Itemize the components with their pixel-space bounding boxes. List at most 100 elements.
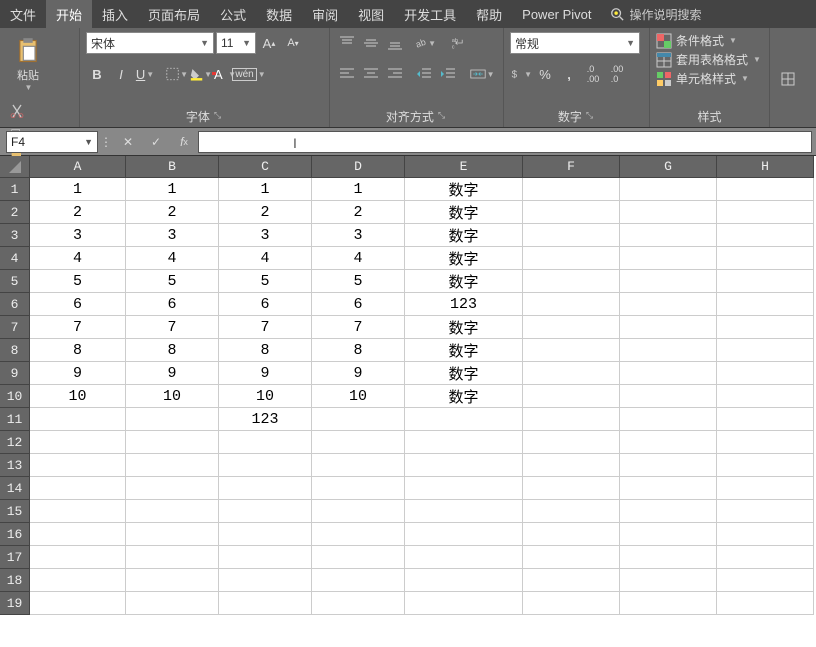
cell-F17[interactable] [523, 546, 620, 569]
cell-F6[interactable] [523, 293, 620, 316]
cell-B6[interactable]: 6 [126, 293, 219, 316]
cell-D5[interactable]: 5 [312, 270, 405, 293]
cell-H4[interactable] [717, 247, 814, 270]
cell-G14[interactable] [620, 477, 717, 500]
col-header-E[interactable]: E [405, 156, 523, 178]
cell-C11[interactable]: 123 [219, 408, 312, 431]
cell-H17[interactable] [717, 546, 814, 569]
cell-B19[interactable] [126, 592, 219, 615]
number-launcher-icon[interactable]: ⤡ [586, 110, 595, 121]
cell-C16[interactable] [219, 523, 312, 546]
cell-A11[interactable] [30, 408, 126, 431]
cell-B13[interactable] [126, 454, 219, 477]
decrease-decimal-button[interactable]: .00.0 [606, 63, 628, 85]
cell-E8[interactable]: 数字 [405, 339, 523, 362]
percent-button[interactable]: % [534, 63, 556, 85]
cell-G17[interactable] [620, 546, 717, 569]
row-header-5[interactable]: 5 [0, 270, 30, 293]
cell-B10[interactable]: 10 [126, 385, 219, 408]
cell-H14[interactable] [717, 477, 814, 500]
orientation-button[interactable]: ab▼ [414, 32, 436, 54]
cell-E6[interactable]: 123 [405, 293, 523, 316]
cell-D19[interactable] [312, 592, 405, 615]
cell-F18[interactable] [523, 569, 620, 592]
row-header-13[interactable]: 13 [0, 454, 30, 477]
align-middle-button[interactable] [360, 32, 382, 54]
cell-F14[interactable] [523, 477, 620, 500]
cell-E3[interactable]: 数字 [405, 224, 523, 247]
row-header-4[interactable]: 4 [0, 247, 30, 270]
number-format-combo[interactable]: 常规▼ [510, 32, 640, 54]
cell-E16[interactable] [405, 523, 523, 546]
cell-F13[interactable] [523, 454, 620, 477]
border-button[interactable]: ▼ [166, 63, 188, 85]
cell-H18[interactable] [717, 569, 814, 592]
merge-center-button[interactable]: ▼ [467, 63, 497, 85]
cell-E5[interactable]: 数字 [405, 270, 523, 293]
menu-审阅[interactable]: 审阅 [302, 0, 348, 28]
cell-D4[interactable]: 4 [312, 247, 405, 270]
cell-E14[interactable] [405, 477, 523, 500]
cell-A1[interactable]: 1 [30, 178, 126, 201]
fill-color-button[interactable]: ▼ [190, 63, 212, 85]
cell-D6[interactable]: 6 [312, 293, 405, 316]
cell-G5[interactable] [620, 270, 717, 293]
cell-A5[interactable]: 5 [30, 270, 126, 293]
decrease-font-button[interactable]: A▾ [282, 32, 304, 54]
font-size-combo[interactable]: 11▼ [216, 32, 256, 54]
cell-A2[interactable]: 2 [30, 201, 126, 224]
col-header-C[interactable]: C [219, 156, 312, 178]
cell-C1[interactable]: 1 [219, 178, 312, 201]
cell-E10[interactable]: 数字 [405, 385, 523, 408]
cell-G1[interactable] [620, 178, 717, 201]
cell-F9[interactable] [523, 362, 620, 385]
cell-D12[interactable] [312, 431, 405, 454]
cell-G8[interactable] [620, 339, 717, 362]
enter-formula-button[interactable]: ✓ [142, 131, 170, 153]
cell-A18[interactable] [30, 569, 126, 592]
align-bottom-button[interactable] [384, 32, 406, 54]
cell-E12[interactable] [405, 431, 523, 454]
cell-E7[interactable]: 数字 [405, 316, 523, 339]
cell-D10[interactable]: 10 [312, 385, 405, 408]
cell-B2[interactable]: 2 [126, 201, 219, 224]
cell-E15[interactable] [405, 500, 523, 523]
row-header-7[interactable]: 7 [0, 316, 30, 339]
cell-G4[interactable] [620, 247, 717, 270]
font-name-combo[interactable]: 宋体▼ [86, 32, 214, 54]
wrap-text-button[interactable]: abc [444, 32, 474, 54]
cell-C19[interactable] [219, 592, 312, 615]
cell-A16[interactable] [30, 523, 126, 546]
increase-font-button[interactable]: A▴ [258, 32, 280, 54]
name-box[interactable]: F4▼ [6, 131, 98, 153]
accounting-format-button[interactable]: $▼ [510, 63, 532, 85]
cell-A13[interactable] [30, 454, 126, 477]
cell-C12[interactable] [219, 431, 312, 454]
cell-styles-button[interactable]: 单元格样式▼ [656, 70, 763, 87]
cell-C3[interactable]: 3 [219, 224, 312, 247]
cell-C9[interactable]: 9 [219, 362, 312, 385]
row-header-10[interactable]: 10 [0, 385, 30, 408]
row-header-14[interactable]: 14 [0, 477, 30, 500]
cell-F8[interactable] [523, 339, 620, 362]
row-header-18[interactable]: 18 [0, 569, 30, 592]
cell-A19[interactable] [30, 592, 126, 615]
cell-D18[interactable] [312, 569, 405, 592]
col-header-F[interactable]: F [523, 156, 620, 178]
cell-C15[interactable] [219, 500, 312, 523]
cell-C14[interactable] [219, 477, 312, 500]
cell-A14[interactable] [30, 477, 126, 500]
row-header-16[interactable]: 16 [0, 523, 30, 546]
menu-插入[interactable]: 插入 [92, 0, 138, 28]
cell-B3[interactable]: 3 [126, 224, 219, 247]
cell-H11[interactable] [717, 408, 814, 431]
cell-E19[interactable] [405, 592, 523, 615]
row-header-6[interactable]: 6 [0, 293, 30, 316]
cell-H3[interactable] [717, 224, 814, 247]
cell-D3[interactable]: 3 [312, 224, 405, 247]
cell-E17[interactable] [405, 546, 523, 569]
row-header-15[interactable]: 15 [0, 500, 30, 523]
row-header-8[interactable]: 8 [0, 339, 30, 362]
cell-E2[interactable]: 数字 [405, 201, 523, 224]
cell-A6[interactable]: 6 [30, 293, 126, 316]
